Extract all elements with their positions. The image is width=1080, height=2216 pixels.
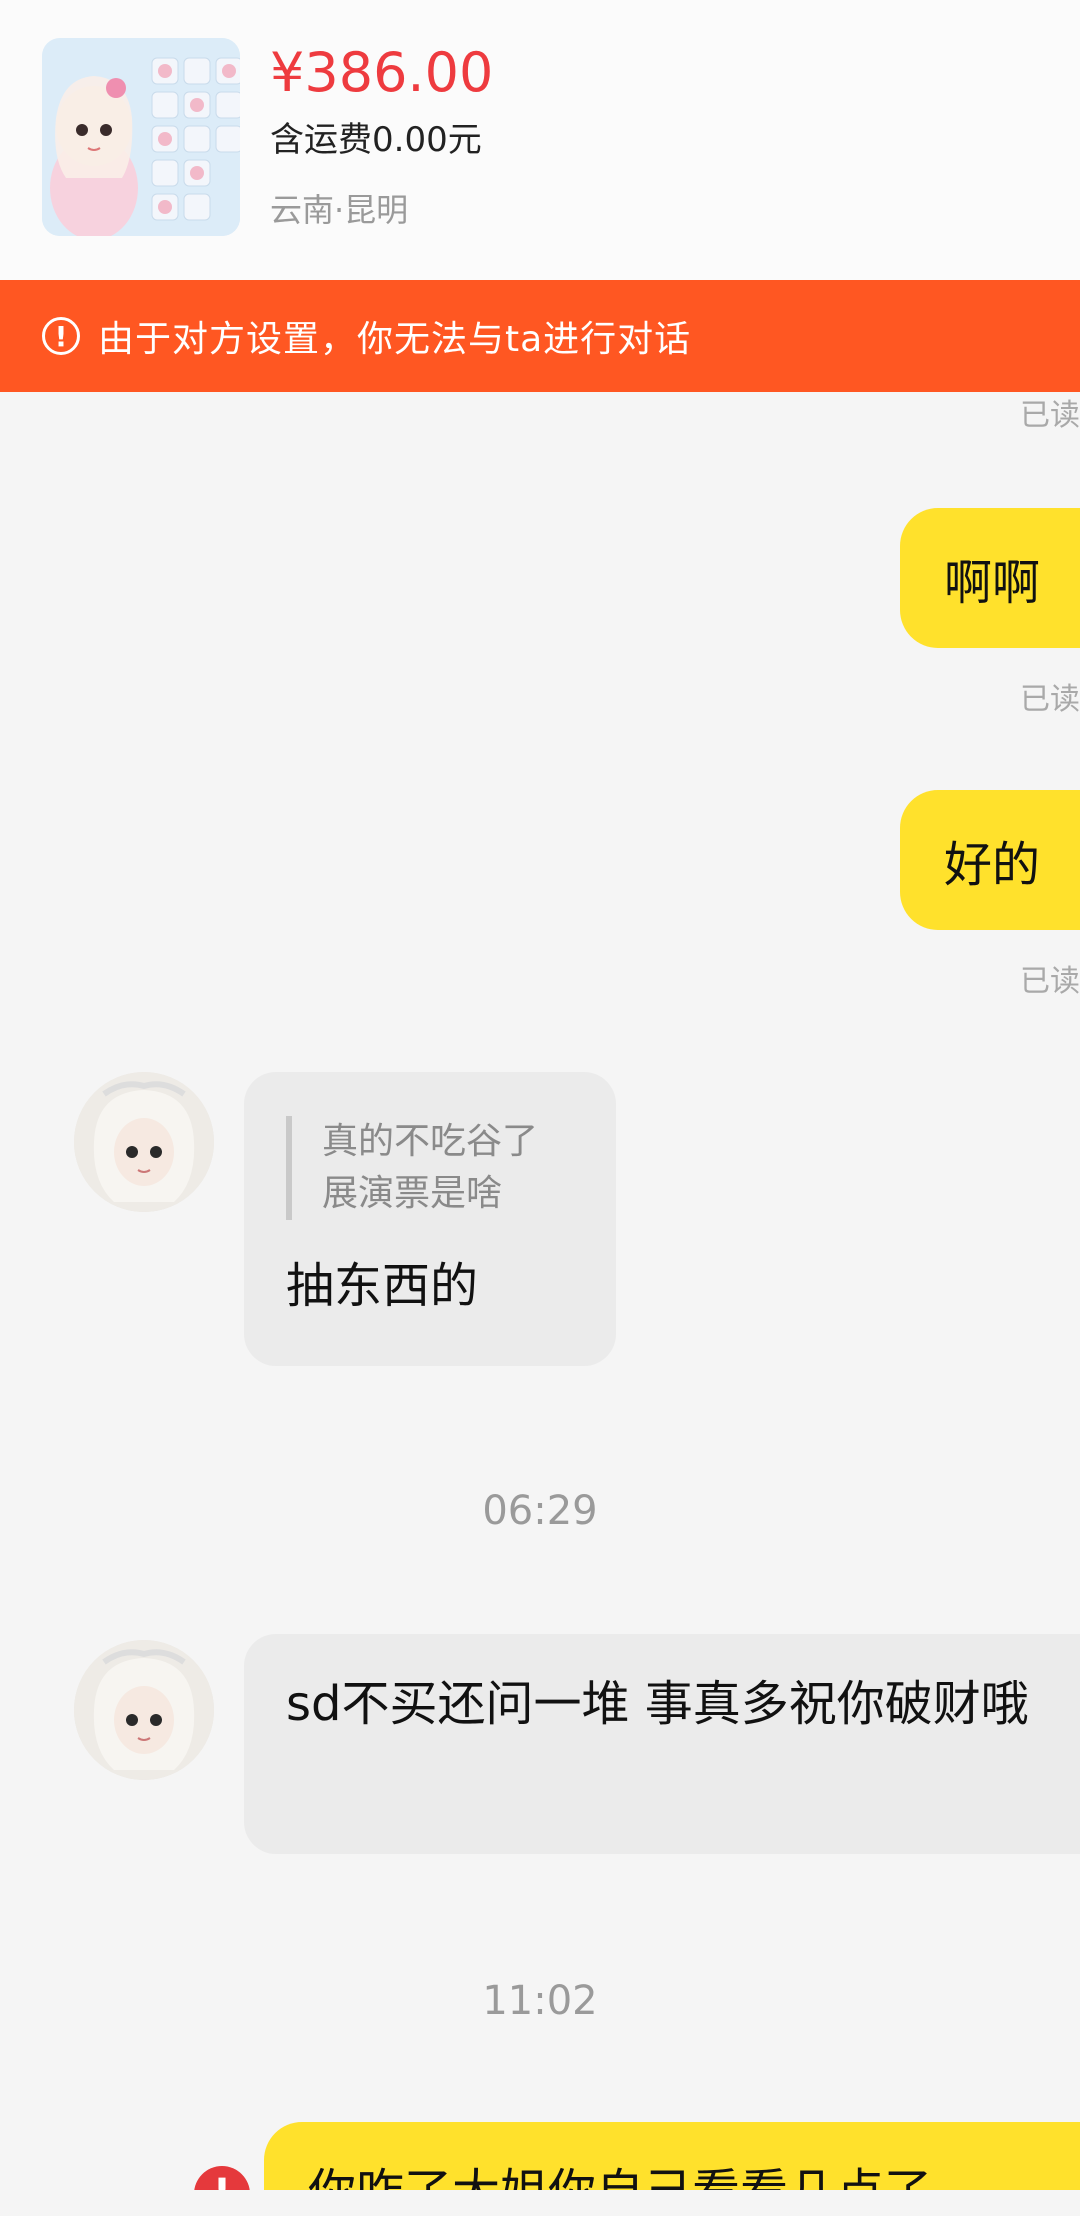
chat-restriction-banner: ! 由于对方设置，你无法与ta进行对话 <box>0 280 1080 392</box>
quoted-line: 真的不吃谷了 <box>322 1121 539 1162</box>
message-text: sd不买还问一堆 事真多祝你破财哦 <box>286 1676 1029 1732</box>
info-icon: ! <box>42 317 80 355</box>
message-bubble-incoming[interactable]: 真的不吃谷了 展演票是啥 抽东西的 <box>244 1072 616 1366</box>
product-card[interactable]: ¥386.00 含运费0.00元 云南·昆明 <box>0 0 1080 280</box>
bottom-edge <box>0 2190 1080 2216</box>
product-thumbnail[interactable] <box>42 38 240 236</box>
read-receipt: 已读 <box>1020 398 1080 433</box>
chat-screen: ¥386.00 含运费0.00元 云南·昆明 ! 由于对方设置，你无法与ta进行… <box>0 0 1080 2216</box>
timestamp: 06:29 <box>482 1488 598 1534</box>
quoted-line: 展演票是啥 <box>322 1173 503 1214</box>
quoted-message: 真的不吃谷了 展演票是啥 <box>286 1116 586 1220</box>
product-location: 云南·昆明 <box>270 191 409 229</box>
contact-avatar[interactable] <box>74 1072 214 1212</box>
read-receipt: 已读 <box>1020 964 1080 999</box>
contact-avatar[interactable] <box>74 1640 214 1780</box>
read-receipt: 已读 <box>1020 682 1080 717</box>
alert-text: 由于对方设置，你无法与ta进行对话 <box>98 319 692 360</box>
message-bubble-outgoing[interactable]: 啊啊 <box>899 508 1080 648</box>
timestamp: 11:02 <box>482 1978 598 2024</box>
message-text: 抽东西的 <box>286 1258 479 1314</box>
product-price: ¥386.00 <box>270 41 494 104</box>
message-bubble-outgoing[interactable]: 好的 <box>899 790 1080 930</box>
message-bubble-incoming[interactable]: sd不买还问一堆 事真多祝你破财哦 <box>244 1634 1080 1854</box>
product-shipping-fee: 含运费0.00元 <box>270 120 482 160</box>
